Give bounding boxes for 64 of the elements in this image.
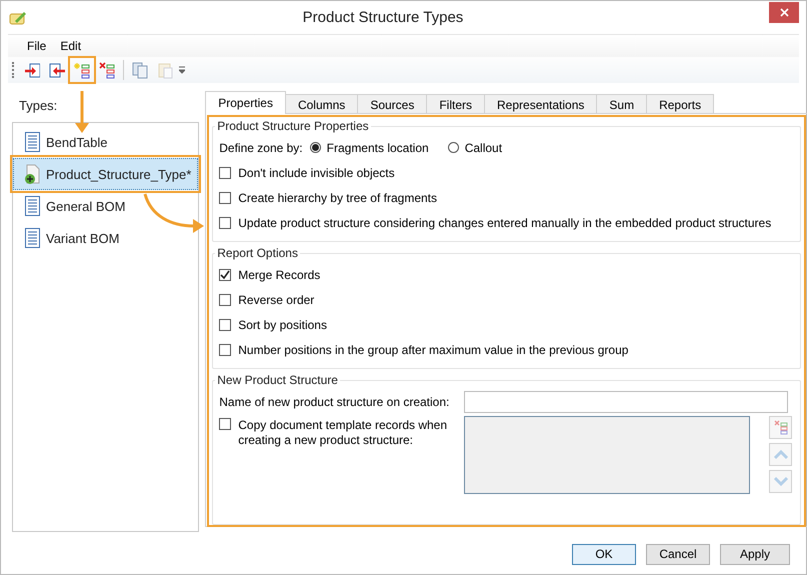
- list-item[interactable]: General BOM: [13, 190, 198, 222]
- document-icon: [24, 132, 41, 152]
- document-icon: [24, 228, 41, 248]
- checkbox-label: Merge Records: [238, 268, 320, 282]
- overflow-icon: [179, 66, 185, 74]
- new-document-icon: [24, 164, 41, 184]
- checkbox[interactable]: [219, 344, 232, 356]
- delete-list-icon: [99, 62, 115, 78]
- list-item[interactable]: Product_Structure_Type*: [13, 158, 198, 190]
- close-icon: [780, 8, 788, 17]
- window-title: Product Structure Types: [302, 9, 464, 26]
- group-title: Report Options: [216, 246, 299, 260]
- dialog-button[interactable]: OK: [572, 544, 636, 564]
- radio-button[interactable]: [310, 142, 321, 153]
- checkbox-label: Create hierarchy by tree of fragments: [238, 190, 438, 204]
- records-list[interactable]: [464, 416, 750, 494]
- dialog-button[interactable]: Cancel: [646, 544, 710, 564]
- tab[interactable]: Filters: [426, 94, 486, 114]
- tab[interactable]: Properties: [205, 91, 286, 114]
- chevron-up-icon: [774, 447, 788, 462]
- checkbox-label: Don't include invisible objects: [238, 166, 395, 180]
- radio-label: Fragments location: [326, 140, 429, 154]
- copy-icon: [132, 62, 148, 78]
- group-title: New Product Structure: [216, 373, 339, 387]
- checkbox-label: Reverse order: [238, 292, 314, 306]
- tab[interactable]: Sources: [357, 94, 428, 114]
- checkbox[interactable]: [219, 268, 232, 280]
- menu-item[interactable]: Edit: [53, 39, 88, 53]
- delete-list-icon: [774, 420, 788, 435]
- dialog-button[interactable]: Apply: [720, 544, 790, 564]
- checkbox[interactable]: [219, 216, 232, 228]
- text-field[interactable]: [464, 390, 788, 412]
- radio-label: Callout: [464, 140, 502, 154]
- field-label: Name of new product structure on creation:: [219, 394, 450, 408]
- checkbox[interactable]: [219, 318, 232, 330]
- document-icon: [24, 196, 41, 216]
- tab[interactable]: Reports: [646, 94, 714, 114]
- paste-icon: [157, 62, 173, 78]
- checkbox-label: Number positions in the group after maximum value in the previous group: [238, 342, 628, 356]
- tab[interactable]: Columns: [284, 94, 358, 114]
- tab[interactable]: Sum: [596, 94, 648, 114]
- close-button[interactable]: [769, 2, 799, 23]
- tab[interactable]: Representations: [484, 94, 598, 114]
- callout-arrow: [144, 194, 204, 233]
- group-title: Product Structure Properties: [216, 119, 370, 133]
- app-icon: [9, 10, 27, 26]
- checkbox[interactable]: [219, 418, 232, 430]
- checkbox-label: Copy document template records when creating a new product structure:: [238, 418, 448, 448]
- checkbox[interactable]: [219, 166, 232, 178]
- checkbox-label: Update product structure considering changes entered manually in the embedded product structures: [238, 216, 772, 230]
- checkbox-label: Sort by positions: [238, 318, 327, 332]
- export-icon: [49, 62, 65, 78]
- chevron-down-icon: [774, 474, 788, 489]
- menu-item[interactable]: File: [20, 39, 54, 53]
- checkbox[interactable]: [219, 192, 232, 204]
- add-list-icon: [74, 62, 90, 78]
- field-label: Define zone by:: [219, 140, 303, 154]
- toolbar-grip: [12, 62, 16, 78]
- list-label: Types:: [19, 98, 58, 113]
- import-icon: [24, 62, 40, 78]
- callout-arrow: [75, 91, 89, 133]
- toolbar-button[interactable]: [71, 59, 93, 81]
- radio-button[interactable]: [448, 142, 459, 153]
- checkbox[interactable]: [219, 294, 232, 306]
